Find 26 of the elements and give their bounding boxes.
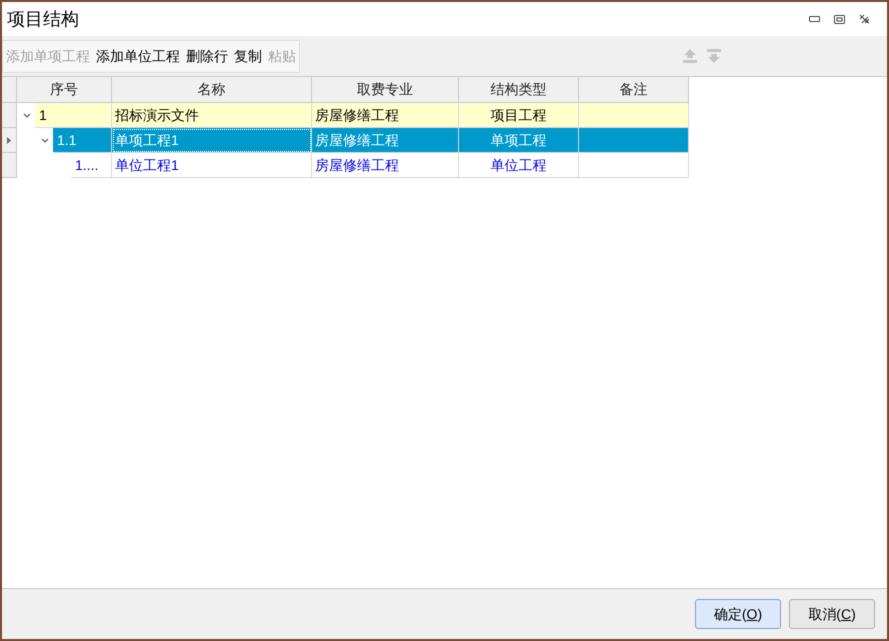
- table-cell: 房屋修缮工程: [312, 103, 459, 128]
- table-cell: 单项工程1: [112, 128, 312, 153]
- table-cell: 招标演示文件: [112, 103, 312, 128]
- table-cell: 项目工程: [459, 103, 579, 128]
- window-title: 项目结构: [7, 8, 79, 30]
- close-icon[interactable]: [859, 14, 870, 24]
- table-cell: 1.1: [53, 128, 111, 153]
- table-cell: 房屋修缮工程: [312, 153, 459, 178]
- toolbar-button[interactable]: 添加单位工程: [96, 46, 180, 66]
- column-header[interactable]: 取费专业: [312, 77, 459, 103]
- toolbar-button[interactable]: 删除行: [186, 46, 228, 66]
- column-header[interactable]: 名称: [112, 77, 312, 103]
- dialog-button[interactable]: 确定(O): [695, 599, 781, 629]
- toolbar-button[interactable]: 复制: [234, 46, 262, 66]
- column-header[interactable]: 备注: [579, 77, 689, 103]
- column-header[interactable]: 序号: [17, 77, 112, 103]
- table-cell: 房屋修缮工程: [312, 128, 459, 153]
- table-cell: 1: [35, 103, 111, 128]
- table-cell: 单位工程: [459, 153, 579, 178]
- restore-icon[interactable]: [834, 14, 845, 24]
- table-cell: 单位工程1: [112, 153, 312, 178]
- table-cell: 单项工程: [459, 128, 579, 153]
- row-header[interactable]: [2, 128, 17, 153]
- dialog-button[interactable]: 取消(C): [789, 599, 875, 629]
- minimize-icon[interactable]: [809, 16, 820, 22]
- column-header[interactable]: 结构类型: [459, 77, 579, 103]
